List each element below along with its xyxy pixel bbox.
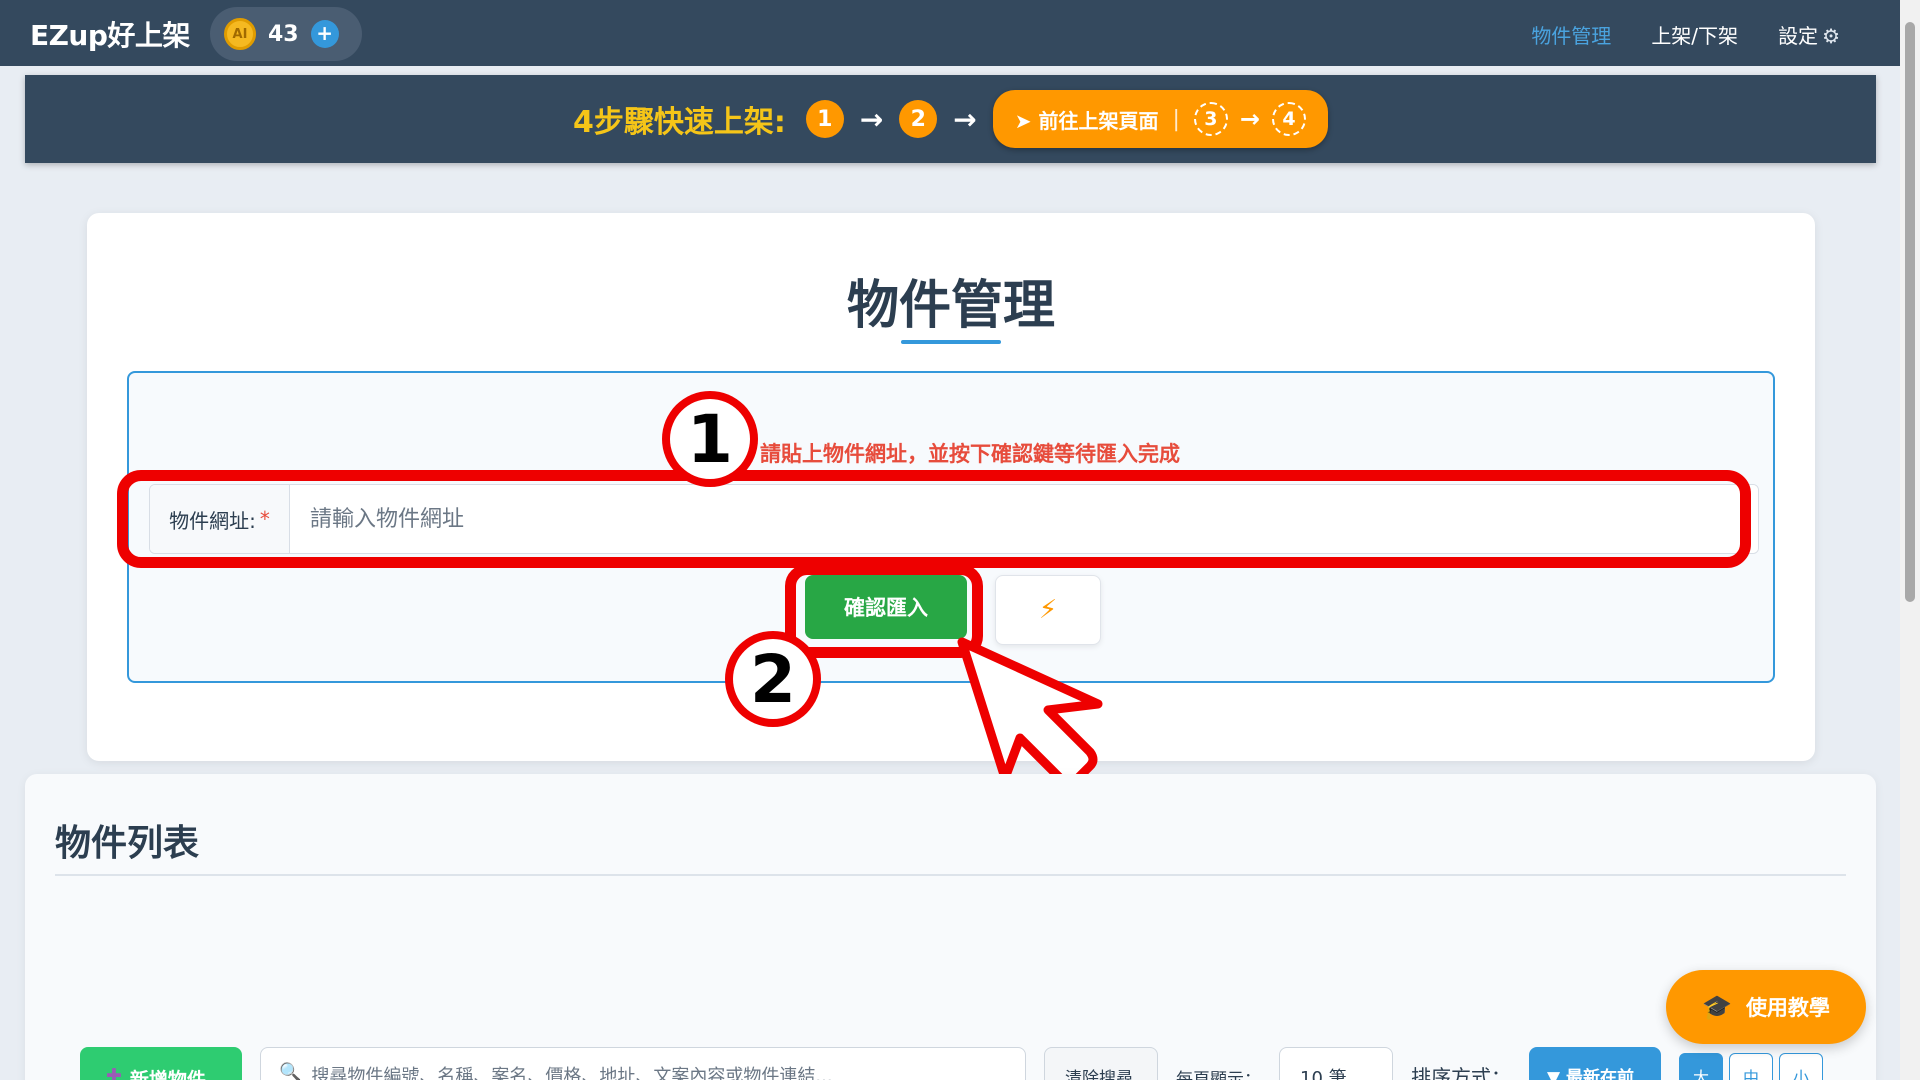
brand-logo[interactable]: EZup好上架 xyxy=(30,14,190,54)
go-publish-button[interactable]: ➤ 前往上架頁面 | 3 → 4 xyxy=(992,90,1329,148)
list-toolbar: ✚ 新增物件 🔍 搜尋物件編號、名稱、案名、價格、地址、文案內容或物件連結... … xyxy=(80,1047,1823,1080)
new-item-button[interactable]: ✚ 新增物件 xyxy=(80,1047,242,1080)
step-1-badge: 1 xyxy=(805,100,844,138)
annotation-badge-2: 2 xyxy=(725,631,821,727)
nav-link-manage[interactable]: 物件管理 xyxy=(1531,20,1611,49)
nav-link-publish[interactable]: 上架/下架 xyxy=(1651,20,1738,49)
go-publish-divider: | xyxy=(1172,106,1180,132)
go-publish-label: ➤ 前往上架頁面 xyxy=(1014,108,1159,133)
page-scrollbar[interactable] xyxy=(1900,0,1920,1080)
size-large-button[interactable]: 大 xyxy=(1679,1053,1723,1080)
lightning-icon: ⚡ xyxy=(1038,595,1058,625)
add-credits-icon[interactable]: + xyxy=(310,20,339,48)
annotation-box-url xyxy=(117,470,1751,568)
new-item-label: 新增物件 xyxy=(129,1069,206,1080)
gear-icon: ⚙ xyxy=(1822,24,1840,48)
page-title: 物件管理 xyxy=(846,276,1055,336)
search-input[interactable]: 🔍 搜尋物件編號、名稱、案名、價格、地址、文案內容或物件連結... xyxy=(260,1047,1026,1080)
list-divider xyxy=(55,874,1846,876)
scrollbar-thumb[interactable] xyxy=(1905,22,1915,602)
annotation-badge-2-number: 2 xyxy=(733,639,813,719)
tutorial-label: 使用教學 xyxy=(1745,996,1830,1020)
step-4-badge: 4 xyxy=(1272,102,1307,136)
tutorial-button[interactable]: 🎓 使用教學 xyxy=(1666,970,1866,1044)
steps-banner: 4步驟快速上架: 1 → 2 → ➤ 前往上架頁面 | 3 → 4 xyxy=(25,75,1876,163)
nav-link-settings[interactable]: 設定 ⚙ xyxy=(1778,20,1840,49)
per-page-select[interactable]: 10 筆 ⌄ xyxy=(1279,1047,1393,1080)
list-card: 物件列表 ✚ 新增物件 🔍 搜尋物件編號、名稱、案名、價格、地址、文案內容或物件連… xyxy=(25,774,1876,1080)
step-arrow: → xyxy=(953,102,977,136)
per-page-label: 每頁顯示： xyxy=(1176,1070,1261,1080)
graduation-cap-icon: 🎓 xyxy=(1702,993,1732,1021)
nav-links: 物件管理 上架/下架 設定 ⚙ xyxy=(1531,20,1840,49)
annotation-badge-1: 1 xyxy=(662,391,758,487)
step-arrow: → xyxy=(1239,105,1261,133)
credit-count: 43 xyxy=(268,21,299,47)
size-toggle-group: 大 中 小 xyxy=(1679,1047,1823,1080)
step-3-badge: 3 xyxy=(1193,102,1228,136)
step-2-badge: 2 xyxy=(899,100,938,138)
size-medium-button[interactable]: 中 xyxy=(1729,1053,1773,1080)
sort-button[interactable]: ▼ 最新在前 xyxy=(1529,1047,1661,1080)
step-arrow: → xyxy=(859,102,884,136)
import-hint: 請貼上物件網址，並按下確認鍵等待匯入完成 xyxy=(760,442,1180,466)
size-small-button[interactable]: 小 xyxy=(1779,1053,1823,1080)
search-icon: 🔍 xyxy=(279,1062,302,1080)
clear-search-button[interactable]: 清除搜尋 xyxy=(1044,1047,1158,1080)
per-page-value: 10 筆 xyxy=(1300,1068,1347,1080)
title-underline xyxy=(901,340,1001,344)
top-navbar: EZup好上架 AI 43 + 物件管理 上架/下架 設定 ⚙ xyxy=(0,0,1900,66)
steps-title: 4步驟快速上架: xyxy=(572,105,786,140)
ai-coin-icon: AI xyxy=(224,18,256,50)
settings-label: 設定 xyxy=(1778,24,1819,48)
search-placeholder: 搜尋物件編號、名稱、案名、價格、地址、文案內容或物件連結... xyxy=(311,1066,833,1080)
plus-icon: ✚ xyxy=(106,1065,122,1080)
ai-credits: AI 43 + xyxy=(210,7,362,61)
sort-label: 排序方式： xyxy=(1411,1065,1511,1080)
annotation-badge-1-number: 1 xyxy=(670,399,750,479)
list-title: 物件列表 xyxy=(55,823,200,864)
